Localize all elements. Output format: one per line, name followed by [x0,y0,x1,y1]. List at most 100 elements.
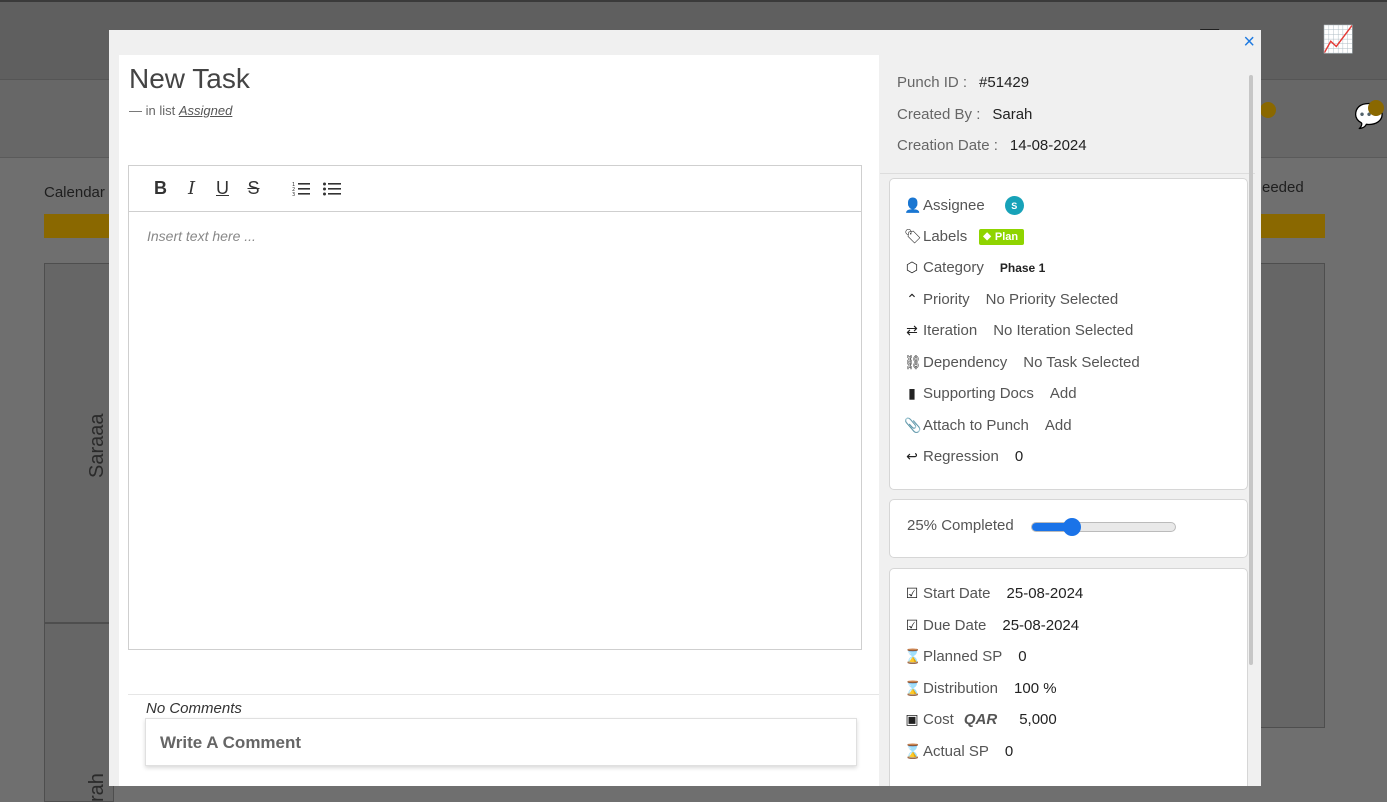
bold-button[interactable]: B [145,177,176,201]
iteration-label: Iteration [923,322,978,339]
editor-text-area[interactable]: Insert text here ... [129,212,861,649]
creation-date-value: 14-08-2024 [1009,137,1087,154]
tags-icon: 🏷 [904,228,922,244]
distribution-value[interactable]: 100 % [1014,680,1057,697]
right-pane-scrollbar[interactable] [1249,75,1253,665]
actual-sp-label: Actual SP [923,743,989,760]
creation-date-label: Creation Date : [897,137,998,154]
close-icon[interactable]: × [1243,32,1255,52]
calendar-check-icon: ☑ [905,585,919,601]
bullet-list-icon[interactable] [316,177,347,201]
description-editor: B I U S 123 Insert text here ... [128,165,862,650]
hourglass-icon: ⌛ [904,680,922,696]
schedule-card: ☑ Start Date 25-08-2024 ☑ Due Date 25-08… [889,568,1248,786]
file-icon: ▮ [908,385,916,401]
cost-value[interactable]: 5,000 [1019,711,1057,728]
link-icon: ⛓ [904,354,922,370]
start-date-label: Start Date [923,585,991,602]
dependency-label: Dependency [923,354,1008,371]
attach-add[interactable]: Add [1045,417,1072,434]
creation-date-row: Creation Date : 14-08-2024 [897,137,1087,154]
created-by-value: Sarah [992,106,1033,123]
task-title[interactable]: New Task [129,63,250,95]
supporting-docs-row[interactable]: ▮ Supporting Docs Add [904,385,1077,402]
cost-currency: QAR [963,711,998,728]
label-chip-text: Plan [994,230,1019,243]
dependency-row[interactable]: ⛓ Dependency No Task Selected [904,354,1140,371]
priority-row[interactable]: ⌃ Priority No Priority Selected [904,291,1118,308]
task-left-pane: New Task — in list Assigned B I U S 123 … [119,55,879,786]
planned-sp-value[interactable]: 0 [1018,648,1026,665]
dependency-value: No Task Selected [1023,354,1140,371]
start-date-value[interactable]: 25-08-2024 [1007,585,1084,602]
strikethrough-button[interactable]: S [238,177,269,201]
due-date-row[interactable]: ☑ Due Date 25-08-2024 [904,617,1079,634]
attach-row[interactable]: 📎 Attach to Punch Add [904,417,1072,434]
retweet-icon: ⇄ [906,322,918,338]
punch-id-label: Punch ID : [897,74,968,91]
cube-icon: ⬡ [905,259,919,275]
labels-row[interactable]: 🏷 Labels ◆ Plan [904,228,1025,245]
comment-input[interactable]: Write A Comment [145,718,857,766]
progress-slider[interactable] [1031,518,1176,536]
ordered-list-icon[interactable]: 123 [285,177,316,201]
italic-button[interactable]: I [176,177,207,201]
actual-sp-row[interactable]: ⌛ Actual SP 0 [904,743,1013,760]
regression-label: Regression [923,448,999,465]
attach-label: Attach to Punch [923,417,1029,434]
due-date-value[interactable]: 25-08-2024 [1002,617,1079,634]
avatar[interactable]: S [1004,196,1024,215]
iteration-row[interactable]: ⇄ Iteration No Iteration Selected [904,322,1133,339]
start-date-row[interactable]: ☑ Start Date 25-08-2024 [904,585,1084,602]
task-meta: Punch ID : #51429 Created By : Sarah Creat… [880,55,1255,174]
punch-id-row: Punch ID : #51429 [897,74,1029,91]
progress-slider-thumb[interactable] [1063,518,1082,536]
background-grid-cell [1255,263,1325,728]
properties-card: 👤 Assignee S 🏷 Labels ◆ Plan ⬡ Category P… [889,178,1248,490]
cost-row[interactable]: ▣ Cost QAR 5,000 [904,711,1057,728]
priority-value: No Priority Selected [985,291,1119,308]
due-date-label: Due Date [923,617,987,634]
regression-value: 0 [1014,448,1024,465]
distribution-row[interactable]: ⌛ Distribution 100 % [904,680,1057,697]
editor-toolbar: B I U S 123 [129,166,861,212]
needed-label: eeded [1262,179,1304,196]
trend-chart-icon: 📈 [1322,24,1355,54]
money-icon: ▣ [905,711,919,727]
vertical-name-1: Saraaa [86,413,108,479]
task-modal: × New Task — in list Assigned B I U S 12… [109,30,1261,786]
paperclip-icon: 📎 [904,417,922,433]
list-link[interactable]: Assigned [179,103,232,118]
category-row[interactable]: ⬡ Category Phase 1 [904,259,1045,276]
cost-label: Cost [923,711,954,728]
label-chip[interactable]: ◆ Plan [979,228,1025,245]
progress-label: 25% Completed [907,517,1014,534]
in-list-prefix: — in list [129,103,176,118]
priority-label: Priority [923,291,970,308]
progress-card: 25% Completed [889,499,1248,558]
underline-button[interactable]: U [207,177,238,201]
double-chevron-up-icon: ⌃ [906,291,918,307]
reply-all-icon: ↩ [906,448,918,464]
supporting-docs-label: Supporting Docs [923,385,1034,402]
planned-sp-label: Planned SP [923,648,1003,665]
user-icon: 👤 [904,197,922,213]
hourglass-icon: ⌛ [904,743,922,759]
comments-divider [128,694,879,695]
assignee-label: Assignee [923,197,985,214]
hourglass-icon: ⌛ [904,648,922,664]
supporting-docs-add[interactable]: Add [1050,385,1077,402]
assignee-row[interactable]: 👤 Assignee S [904,196,1024,215]
actual-sp-value[interactable]: 0 [1005,743,1013,760]
vertical-name-2: rah [86,773,108,802]
created-by-label: Created By : [897,106,981,123]
punch-id-value: #51429 [979,74,1030,91]
category-value: Phase 1 [999,260,1046,275]
distribution-label: Distribution [923,680,999,697]
in-list-line: — in list Assigned [129,103,232,118]
calendar-check-icon: ☑ [905,617,919,633]
created-by-row: Created By : Sarah [897,106,1032,123]
notification-badge [1260,102,1276,118]
regression-row[interactable]: ↩ Regression 0 [904,448,1023,465]
planned-sp-row[interactable]: ⌛ Planned SP 0 [904,648,1027,665]
